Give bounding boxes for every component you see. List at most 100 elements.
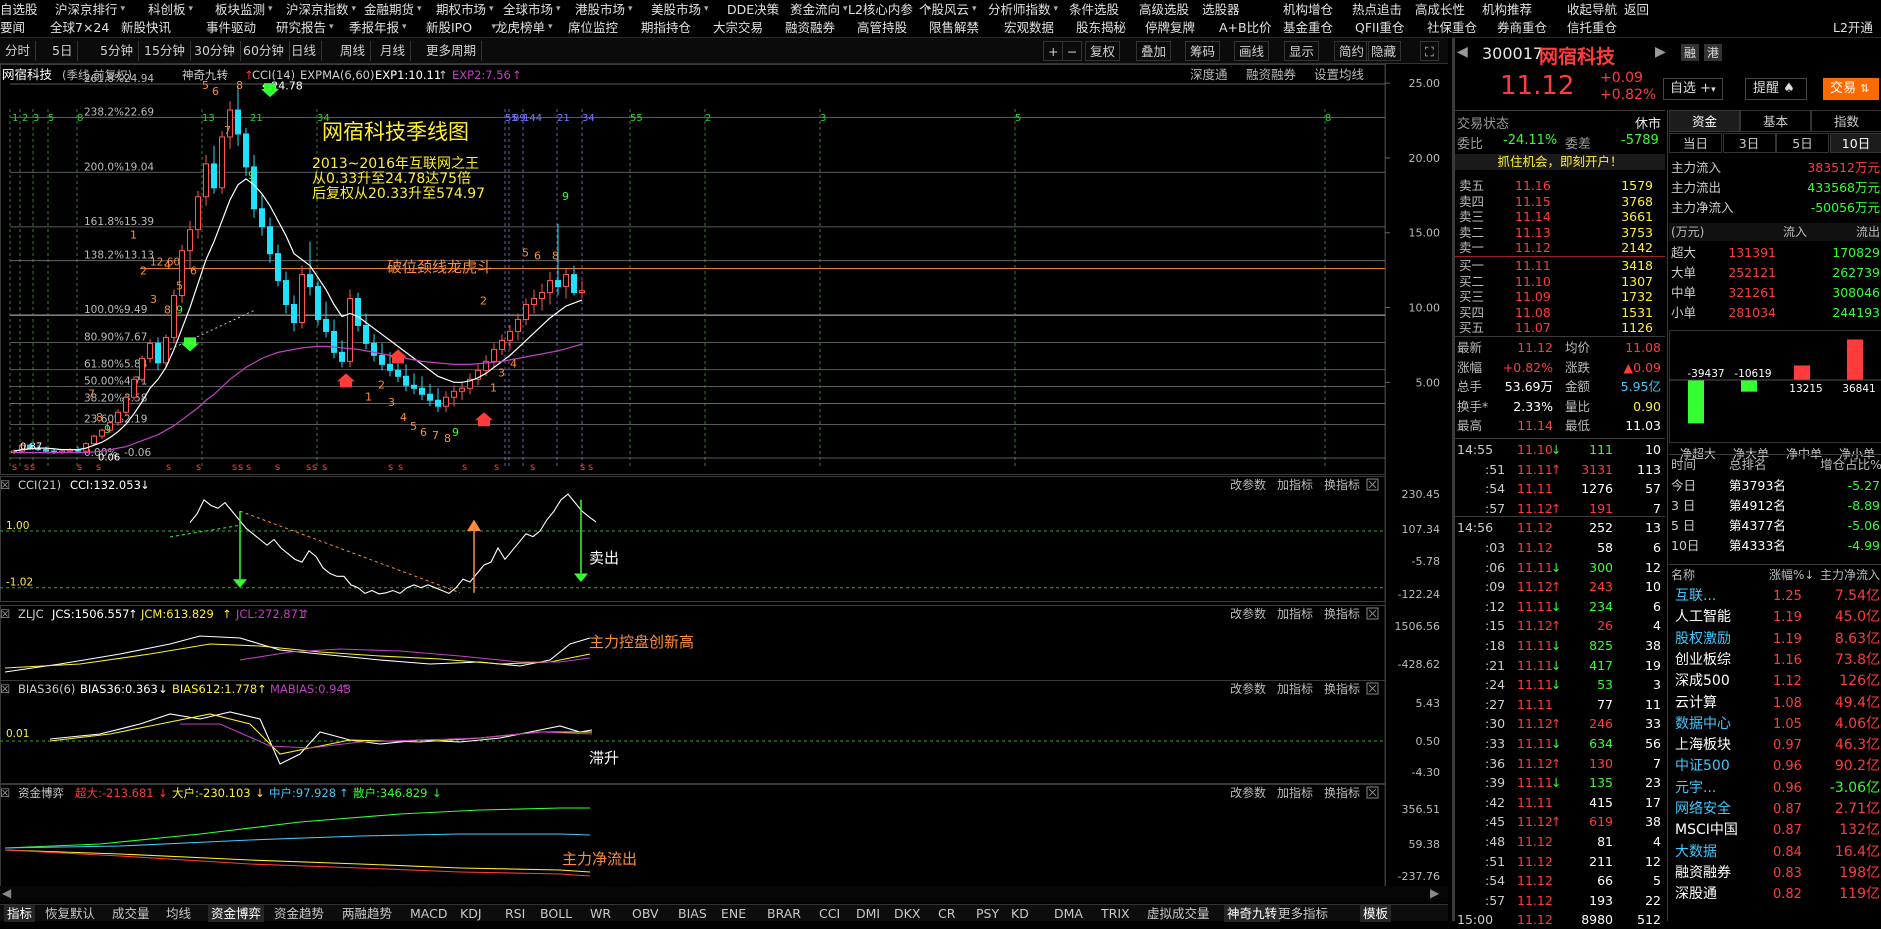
menu-item[interactable]: 新股快讯 [121, 18, 171, 37]
fund-period-tab[interactable]: 5日 [1776, 133, 1829, 153]
menu-item[interactable]: L2开通 [1833, 18, 1873, 37]
sector-row[interactable]: 互联...1.257.54亿 [1669, 586, 1881, 607]
period-tab[interactable]: 15分钟 [139, 41, 191, 61]
toolbar-button[interactable]: − [1062, 41, 1082, 61]
indicator-tab[interactable]: 指标 [4, 905, 35, 922]
sector-row[interactable]: 网络安全0.872.71亿 [1669, 799, 1881, 820]
panel-option-button[interactable]: 改参数 [1230, 477, 1266, 492]
menu-item[interactable]: 机构推荐 [1482, 0, 1532, 19]
menu-item[interactable]: 沪深京排行 [55, 0, 118, 19]
sector-row[interactable]: 云计算1.0849.4亿 [1669, 693, 1881, 714]
menu-item[interactable]: 美股市场 [651, 0, 701, 19]
period-tab[interactable]: 5日 [47, 41, 78, 61]
panel-close-icon[interactable]: ☒ [0, 680, 10, 698]
menu-item[interactable]: 信托重仓 [1567, 18, 1617, 37]
ask-row[interactable]: 卖三11.143661 [1455, 209, 1665, 224]
toolbar-button[interactable]: 显示 [1284, 41, 1319, 61]
indicator-tab[interactable]: CR [938, 905, 955, 922]
ask-row[interactable]: 卖二11.133753 [1455, 225, 1665, 240]
panel-close-icon[interactable]: ☒ [0, 605, 10, 623]
indicator-name-label[interactable]: 神奇九转 [182, 66, 228, 84]
panel-option-button[interactable]: 换指标 [1324, 681, 1360, 696]
period-tab[interactable]: 分时 [0, 41, 36, 61]
bid-row[interactable]: 买三11.091732 [1455, 289, 1665, 304]
menu-item[interactable]: 金融期货 [364, 0, 414, 19]
sector-row[interactable]: 大数据0.8416.4亿 [1669, 842, 1881, 863]
menu-item[interactable]: 停牌复牌 [1145, 18, 1195, 37]
sector-row[interactable]: 深成5001.12126亿 [1669, 671, 1881, 692]
sector-row[interactable]: 创业板综1.1673.8亿 [1669, 650, 1881, 671]
scroll-right-icon[interactable]: ▶ [1430, 886, 1439, 900]
menu-item[interactable]: 全球7×24 [50, 18, 109, 37]
sector-row[interactable]: 上海板块0.9746.3亿 [1669, 735, 1881, 756]
toolbar-button[interactable]: 隐藏 [1366, 41, 1401, 61]
menu-item[interactable]: 社保重仓 [1427, 18, 1477, 37]
indicator-tab[interactable]: DKX [894, 905, 920, 922]
menu-item[interactable]: 股东揭秘 [1076, 18, 1126, 37]
indicator-tab[interactable]: 模板 [1360, 905, 1391, 922]
sector-row[interactable]: 元宇...0.96-3.06亿 [1669, 778, 1881, 799]
chart-scrollbar[interactable]: ◀ ▶ [0, 886, 1448, 902]
indicator-tab[interactable]: 均线 [166, 905, 191, 922]
ask-row[interactable]: 卖五11.161579 [1455, 178, 1665, 193]
indicator-tab[interactable]: 虚拟成交量 [1147, 905, 1210, 922]
menu-item[interactable]: A+B比价 [1219, 18, 1272, 37]
period-tab[interactable]: 更多周期 [421, 41, 482, 61]
period-tab[interactable]: 日线 [286, 41, 322, 61]
toolbar-button[interactable]: 复权 [1085, 41, 1120, 61]
toolbar-button[interactable]: 简约 [1334, 41, 1369, 61]
trade-button[interactable]: 交易 ⇅ [1823, 78, 1879, 100]
link-margin[interactable]: 融资融券 [1246, 66, 1296, 84]
period-tab[interactable]: 60分钟 [238, 41, 290, 61]
panel-option-button[interactable]: 改参数 [1230, 681, 1266, 696]
indicator-tab[interactable]: 神奇九转 [1224, 905, 1280, 922]
fund-tab[interactable]: 指数 [1811, 110, 1881, 132]
menu-item[interactable]: 大宗交易 [713, 18, 763, 37]
fund-tab[interactable]: 资金 [1669, 110, 1740, 132]
menu-item[interactable]: 券商重仓 [1497, 18, 1547, 37]
open-account-banner[interactable]: 抓住机会，即刻开户！ [1455, 154, 1665, 170]
indicator-tab[interactable]: 两融趋势 [342, 905, 392, 922]
menu-item[interactable]: 返回 [1624, 0, 1649, 19]
menu-item[interactable]: 港股市场 [575, 0, 625, 19]
indicator-tab[interactable]: RSI [505, 905, 525, 922]
ask-row[interactable]: 卖四11.153768 [1455, 194, 1665, 209]
menu-item[interactable]: 限售解禁 [929, 18, 979, 37]
bias-panel-name[interactable]: BIAS36(6) [18, 680, 75, 698]
menu-item[interactable]: 资金流向 [790, 0, 840, 19]
menu-item[interactable]: 条件选股 [1069, 0, 1119, 19]
toolbar-button[interactable]: + [1043, 41, 1063, 61]
indicator-tab[interactable]: BOLL [540, 905, 572, 922]
menu-item[interactable]: 高成长性 [1415, 0, 1465, 19]
indicator-tab[interactable]: ENE [721, 905, 746, 922]
indicator-tab[interactable]: 恢复默认 [45, 905, 95, 922]
menu-item[interactable]: 高管持股 [857, 18, 907, 37]
alert-button[interactable]: 提醒 ♠ [1745, 78, 1807, 100]
bid-row[interactable]: 买四11.081531 [1455, 305, 1665, 320]
sector-row[interactable]: 深股通0.82119亿 [1669, 884, 1881, 905]
menu-item[interactable]: QFII重仓 [1355, 18, 1404, 37]
sector-row[interactable]: 中证5000.9690.2亿 [1669, 756, 1881, 777]
prev-stock-icon[interactable]: ◀ [1457, 44, 1468, 60]
toolbar-button[interactable]: 筹码 [1185, 41, 1220, 61]
add-favorite-button[interactable]: 自选 +▾ [1663, 78, 1723, 100]
indicator-tab[interactable]: 资金趋势 [274, 905, 324, 922]
indicator-tab[interactable]: 资金博弈 [208, 905, 264, 922]
menu-item[interactable]: DDE决策 [727, 0, 779, 19]
sector-row[interactable]: MSCI中国0.87132亿 [1669, 820, 1881, 841]
menu-item[interactable]: 新股IPO [426, 18, 472, 37]
menu-item[interactable]: 席位监控 [568, 18, 618, 37]
bid-row[interactable]: 买一11.113418 [1455, 258, 1665, 273]
indicator-tab[interactable]: BIAS [678, 905, 707, 922]
sector-row[interactable]: 人工智能1.1945.0亿 [1669, 607, 1881, 628]
menu-item[interactable]: 机构增仓 [1283, 0, 1333, 19]
sector-row[interactable]: 数据中心1.054.06亿 [1669, 714, 1881, 735]
ask-row[interactable]: 卖一11.122142 [1455, 240, 1665, 255]
menu-item[interactable]: 季报年报 [349, 18, 399, 37]
menu-item[interactable]: 科创板 [148, 0, 186, 19]
fullscreen-icon[interactable]: ⛶ [1420, 41, 1439, 61]
menu-item[interactable]: 高级选股 [1139, 0, 1189, 19]
indicator-tab[interactable]: KDJ [460, 905, 482, 922]
toolbar-button[interactable]: 叠加 [1136, 41, 1171, 61]
menu-item[interactable]: 宏观数据 [1004, 18, 1054, 37]
